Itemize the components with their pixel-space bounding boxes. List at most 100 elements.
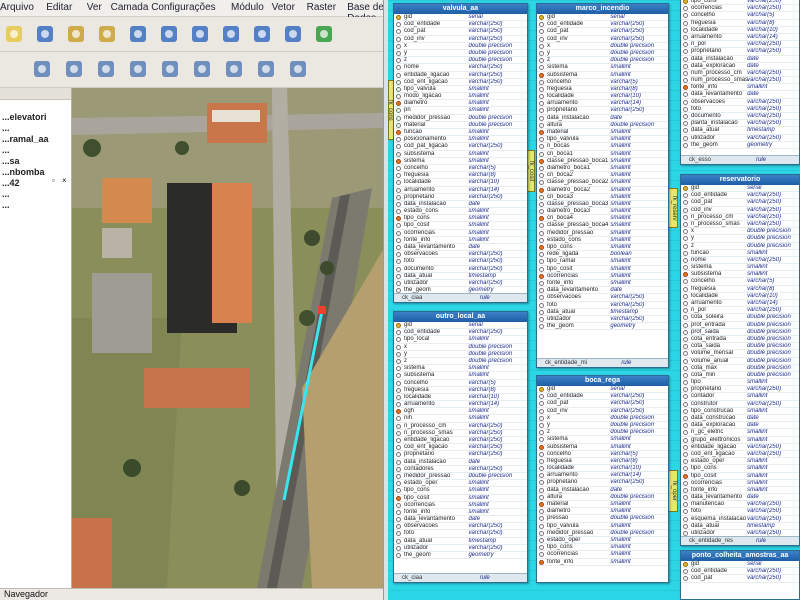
- column-row[interactable]: tipo_cosit smallint: [394, 222, 527, 230]
- column-row[interactable]: data_levantamento date: [394, 244, 527, 252]
- column-row[interactable]: nome varchar(250): [394, 64, 527, 72]
- menu-item-4[interactable]: Configurações: [151, 2, 215, 13]
- column-row[interactable]: fonte_info smallint: [394, 237, 527, 244]
- column-row[interactable]: construtor varchar(250): [681, 401, 799, 408]
- column-row[interactable]: fonte_info smallint: [537, 559, 668, 566]
- table-title[interactable]: reservatorio: [681, 175, 799, 185]
- column-row[interactable]: cod_pat varchar(250): [394, 28, 527, 36]
- column-row[interactable]: sistema smallint: [537, 64, 668, 72]
- column-row[interactable]: foto varchar(250): [394, 530, 527, 538]
- column-row[interactable]: data_instalacao date: [537, 487, 668, 494]
- layer-item[interactable]: ...ramal_aa: [2, 134, 49, 144]
- column-row[interactable]: y double precision: [537, 422, 668, 430]
- column-row[interactable]: estado_cons smallint: [394, 208, 527, 216]
- column-row[interactable]: x double precision: [394, 344, 527, 351]
- column-row[interactable]: data_instalacao date: [394, 459, 527, 466]
- column-row[interactable]: localidade varchar(10): [681, 293, 799, 300]
- save-icon[interactable]: [33, 22, 57, 46]
- column-row[interactable]: freguesia varchar(8): [394, 387, 527, 394]
- menu-item-1[interactable]: Editar: [46, 2, 72, 13]
- column-row[interactable]: diametro smallint: [394, 100, 527, 108]
- table-title[interactable]: ponto_colheita_amostras_aa: [681, 551, 799, 561]
- column-row[interactable]: sistema smallint: [681, 264, 799, 272]
- column-row[interactable]: volume_mensal double precision: [681, 350, 799, 358]
- column-row[interactable]: fonte_info smallint: [537, 280, 668, 288]
- column-row[interactable]: estado_oper smallint: [681, 458, 799, 466]
- column-row[interactable]: proprietario varchar(250): [681, 386, 799, 394]
- column-row[interactable]: data_atual timestamp: [681, 523, 799, 530]
- column-row[interactable]: esquema_instalacao varchar(250): [681, 516, 799, 523]
- identify-icon[interactable]: [254, 57, 278, 81]
- zoom-to-selection-icon[interactable]: [219, 22, 243, 46]
- column-row[interactable]: fonte_info smallint: [681, 84, 799, 92]
- column-row[interactable]: observacoes varchar(250): [681, 99, 799, 106]
- column-row[interactable]: x double precision: [681, 228, 799, 236]
- zoom-in-icon[interactable]: [126, 22, 150, 46]
- column-row[interactable]: data_levantamento date: [681, 91, 799, 99]
- column-row[interactable]: the_geom geometry: [394, 552, 527, 560]
- column-row[interactable]: contadores varchar(250): [394, 466, 527, 473]
- menu-item-5[interactable]: Módulo: [231, 2, 264, 13]
- column-row[interactable]: funcao smallint: [681, 250, 799, 257]
- column-row[interactable]: freguesia varchar(8): [537, 458, 668, 466]
- column-row[interactable]: localidade varchar(10): [537, 465, 668, 473]
- column-row[interactable]: n_processo_cm varchar(250): [394, 423, 527, 430]
- column-row[interactable]: n_pol varchar(250): [681, 307, 799, 315]
- column-row[interactable]: x double precision: [537, 415, 668, 422]
- map-canvas[interactable]: [72, 88, 383, 588]
- menu-item-6[interactable]: Vetor: [272, 2, 295, 13]
- column-row[interactable]: x double precision: [537, 43, 668, 50]
- column-row[interactable]: data_atual timestamp: [394, 538, 527, 545]
- column-row[interactable]: funcao smallint: [394, 129, 527, 137]
- column-row[interactable]: subsistema smallint: [537, 72, 668, 79]
- column-row[interactable]: foto varchar(250): [537, 302, 668, 309]
- column-row[interactable]: entidade_ligacao varchar(250): [681, 444, 799, 451]
- node-tool-icon[interactable]: [94, 57, 118, 81]
- column-row[interactable]: diametro_boca2 smallint: [537, 187, 668, 194]
- column-row[interactable]: cod_entidade varchar(250): [394, 329, 527, 337]
- column-row[interactable]: cod_ent_ligacao varchar(250): [681, 451, 799, 459]
- layer-item[interactable]: ...42: [2, 178, 20, 188]
- constraint-row[interactable]: ck_esso rule: [681, 155, 799, 164]
- column-row[interactable]: freguesia varchar(8): [537, 86, 668, 94]
- column-row[interactable]: gid serial: [394, 322, 527, 330]
- column-row[interactable]: sistema smallint: [537, 436, 668, 444]
- column-row[interactable]: arruamento varchar(14): [537, 472, 668, 480]
- column-row[interactable]: y double precision: [394, 50, 527, 58]
- column-row[interactable]: concelho varchar(5): [537, 79, 668, 86]
- table-ponto-colheita[interactable]: ponto_colheita_amostras_aa gid serial cod_e…: [680, 550, 800, 600]
- column-row[interactable]: z double precision: [394, 57, 527, 65]
- menu-item-0[interactable]: Arquivo: [0, 2, 34, 13]
- column-row[interactable]: volume_anual double precision: [681, 358, 799, 365]
- column-row[interactable]: cod_entidade varchar(250): [394, 21, 527, 29]
- column-row[interactable]: proprietario varchar(250): [681, 48, 799, 56]
- table-outro-local-aa[interactable]: outro_local_aa gid serial cod_entidade varch…: [393, 311, 528, 583]
- column-row[interactable]: tipo_cons smallint: [394, 487, 527, 495]
- column-row[interactable]: material double precision: [394, 122, 527, 129]
- column-row[interactable]: cn_boca1 smallint: [537, 151, 668, 158]
- column-row[interactable]: utilizador varchar(250): [681, 135, 799, 142]
- column-row[interactable]: altura double precision: [537, 494, 668, 501]
- column-row[interactable]: grupo_elettronicos smallint: [681, 437, 799, 444]
- column-row[interactable]: proprietario varchar(250): [537, 107, 668, 115]
- attribute-table-icon[interactable]: [286, 57, 310, 81]
- column-row[interactable]: documento varchar(250): [394, 266, 527, 273]
- column-row[interactable]: concelho varchar(5): [537, 451, 668, 458]
- column-row[interactable]: cod_pat varchar(250): [537, 28, 668, 36]
- column-row[interactable]: classe_pressao_boca2 smallint: [537, 179, 668, 187]
- column-row[interactable]: arruamento varchar(14): [681, 300, 799, 308]
- column-row[interactable]: tipo_ramal smallint: [537, 258, 668, 266]
- column-row[interactable]: medidor_pressao double precision: [394, 115, 527, 122]
- column-row[interactable]: y double precision: [394, 351, 527, 358]
- column-row[interactable]: medidor_pressao double precision: [537, 530, 668, 537]
- column-row[interactable]: utilizador varchar(250): [537, 316, 668, 324]
- copy-icon[interactable]: [158, 57, 182, 81]
- layer-item[interactable]: ...elevatori: [2, 112, 47, 122]
- column-row[interactable]: localidade varchar(10): [394, 179, 527, 187]
- column-row[interactable]: sistema smallint: [394, 158, 527, 165]
- column-row[interactable]: tipo_valvula smallint: [394, 86, 527, 94]
- column-row[interactable]: estado_oper smallint: [537, 537, 668, 545]
- layer-item[interactable]: ...: [2, 145, 10, 155]
- column-row[interactable]: subsistema smallint: [394, 151, 527, 158]
- zoom-full-icon[interactable]: [188, 22, 212, 46]
